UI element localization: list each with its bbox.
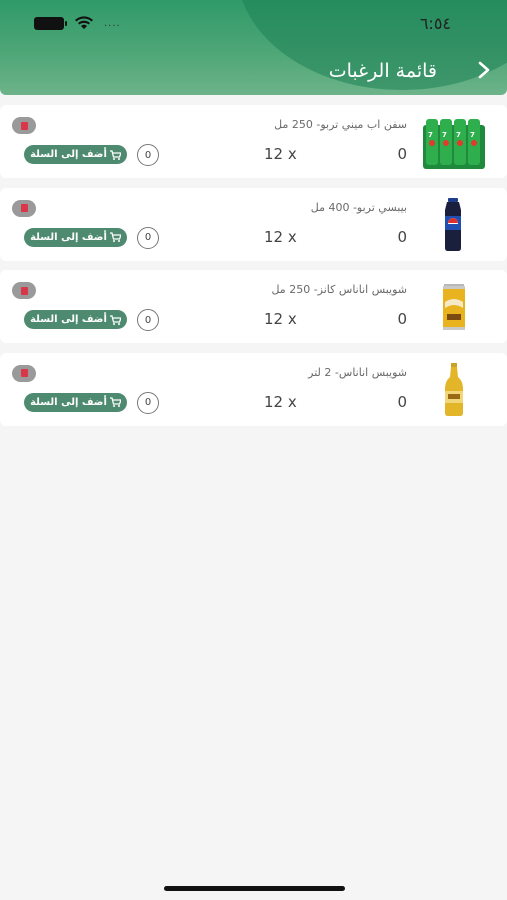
add-to-cart-button[interactable]: أضف إلى السلة [24, 392, 127, 412]
svg-text:7: 7 [470, 131, 475, 139]
product-price: 0 [397, 227, 407, 246]
wishlist: 77 77 سفن اب ميني تربو- 250 مل 0 12 x 0 … [0, 105, 507, 435]
product-image [445, 362, 463, 416]
product-name: سفن اب ميني تربو- 250 مل [274, 118, 407, 131]
delete-button[interactable] [12, 117, 36, 134]
app-header: .... ٦:٥٤ قائمة الرغبات [0, 0, 507, 95]
product-price: 0 [397, 310, 407, 328]
product-name: بيبسي تربو- 400 مل [310, 200, 407, 214]
quantity-counter[interactable]: 0 [137, 144, 159, 166]
delete-button[interactable] [12, 364, 36, 382]
wishlist-item[interactable]: شويبس اناناس كانز- 250 مل 0 12 x 0 أضف إ… [0, 270, 507, 343]
status-time: ٦:٥٤ [419, 14, 451, 33]
svg-text:7: 7 [456, 131, 461, 139]
product-pack-qty: 12 x [264, 310, 297, 328]
svg-text:7: 7 [428, 131, 433, 139]
cart-icon [109, 314, 121, 325]
svg-text:7: 7 [442, 131, 447, 139]
product-name: شويبس اناناس- 2 لتر [308, 365, 407, 379]
wifi-icon [75, 16, 93, 29]
page-title: قائمة الرغبات [328, 60, 437, 82]
cart-icon [109, 397, 121, 407]
add-to-cart-button[interactable]: أضف إلى السلة [24, 310, 127, 329]
trash-icon [20, 121, 28, 130]
add-to-cart-button[interactable]: أضف إلى السلة [24, 227, 127, 247]
trash-icon [20, 369, 28, 377]
product-image: 7 7 7 7 [423, 119, 485, 169]
signal-indicator: .... [104, 17, 121, 29]
add-to-cart-label: أضف إلى السلة [30, 231, 107, 243]
delete-button[interactable] [12, 282, 36, 299]
status-icons: .... [34, 16, 121, 30]
add-to-cart-label: أضف إلى السلة [30, 149, 107, 160]
product-image [443, 284, 465, 330]
quantity-counter[interactable]: 0 [137, 309, 159, 331]
product-image [445, 197, 461, 251]
trash-icon [20, 204, 28, 212]
add-to-cart-label: أضف إلى السلة [30, 396, 107, 408]
trash-icon [20, 286, 28, 295]
add-to-cart-label: أضف إلى السلة [30, 314, 107, 325]
product-pack-qty: 12 x [264, 392, 297, 411]
battery-icon [34, 16, 67, 30]
product-price: 0 [397, 145, 407, 163]
home-indicator[interactable] [164, 886, 345, 891]
product-pack-qty: 12 x [264, 145, 297, 163]
wishlist-item[interactable]: 77 77 سفن اب ميني تربو- 250 مل 0 12 x 0 … [0, 105, 507, 178]
product-price: 0 [397, 392, 407, 411]
quantity-counter[interactable]: 0 [137, 391, 159, 414]
wishlist-item[interactable]: شويبس اناناس- 2 لتر 0 12 x 0 أضف إلى الس… [0, 352, 507, 426]
wishlist-item[interactable]: بيبسي تربو- 400 مل 0 12 x 0 أضف إلى السل… [0, 187, 507, 261]
add-to-cart-button[interactable]: أضف إلى السلة [24, 145, 127, 164]
quantity-counter[interactable]: 0 [137, 226, 159, 249]
product-name: شويبس اناناس كانز- 250 مل [271, 283, 407, 296]
delete-button[interactable] [12, 199, 36, 217]
cart-icon [109, 232, 121, 242]
chevron-right-icon[interactable] [475, 60, 493, 80]
cart-icon [109, 149, 121, 160]
product-pack-qty: 12 x [264, 227, 297, 246]
